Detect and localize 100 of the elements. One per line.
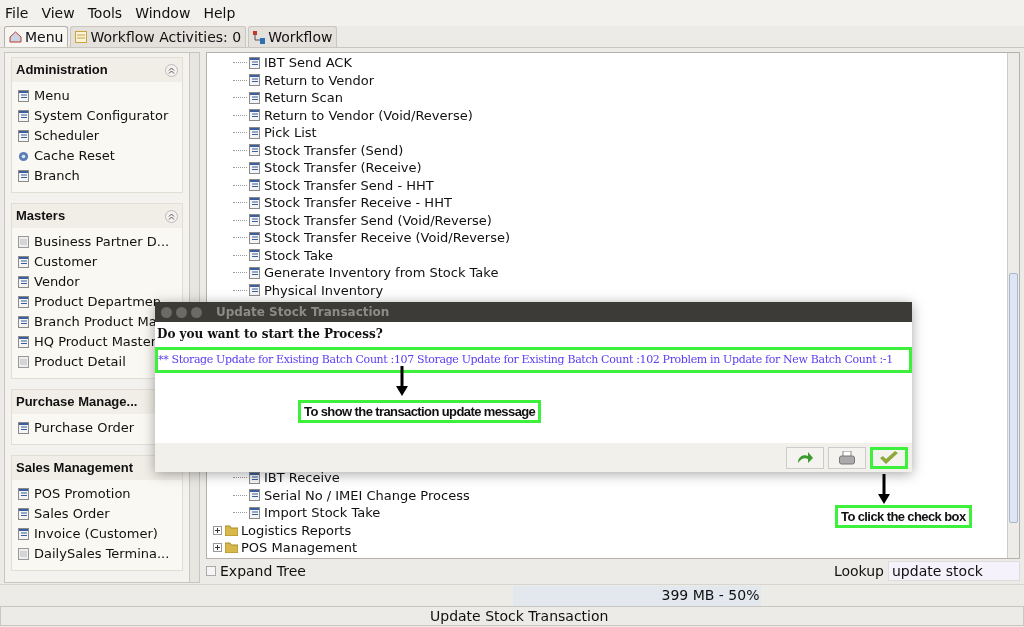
checkmark-icon — [879, 450, 899, 465]
document-icon — [18, 236, 29, 248]
tree-item[interactable]: Stock Transfer Send (Void/Reverse) — [264, 210, 492, 230]
tree-item[interactable]: Return to Vendor — [264, 70, 375, 90]
sidebar-item[interactable]: Sales Order — [34, 504, 110, 524]
sidebar-item[interactable]: System Configurator — [34, 106, 169, 126]
tree-item[interactable]: IBT Send ACK — [264, 53, 352, 73]
menu-bar-button[interactable]: Window — [135, 2, 191, 24]
tree-item[interactable]: Stock Transfer Send - HHT — [264, 175, 434, 195]
sidebar-item[interactable]: DailySales Termina... — [34, 544, 170, 564]
tree-item[interactable]: Stock Transfer (Send) — [264, 140, 404, 160]
form-icon — [249, 179, 260, 192]
sidebar-item[interactable]: Cache Reset — [34, 146, 115, 166]
sidebar-item[interactable]: Business Partner D... — [34, 232, 170, 252]
collapse-button[interactable] — [165, 209, 178, 223]
form-icon — [249, 161, 260, 174]
sidebar-item[interactable]: Menu — [34, 86, 70, 106]
dialog-title: Update Stock Transaction — [216, 304, 390, 321]
lookup-label: Lookup — [833, 561, 884, 581]
print-button[interactable] — [828, 446, 866, 469]
sidebar-item[interactable]: Scheduler — [34, 126, 100, 146]
printer-icon — [839, 450, 855, 465]
menu-bar-button[interactable]: View — [41, 2, 75, 24]
maximize-icon[interactable] — [191, 306, 202, 318]
collapse-button[interactable] — [165, 63, 178, 77]
sidebar-item[interactable]: Vendor — [34, 272, 80, 292]
form-icon — [18, 296, 29, 308]
scrollbar[interactable] — [1007, 53, 1019, 558]
tree-item[interactable]: Logistics Reports — [241, 520, 352, 540]
form-icon — [249, 249, 260, 262]
panel-title: Masters — [16, 207, 66, 226]
sidebar-item[interactable]: Purchase Order — [34, 418, 135, 438]
sidebar-item[interactable]: POS Promotion — [34, 484, 131, 504]
form-icon — [18, 130, 29, 142]
form-icon — [249, 56, 260, 69]
tree-item[interactable]: Stock Transfer Receive - HHT — [264, 193, 452, 213]
form-icon — [18, 316, 29, 328]
form-icon — [249, 126, 260, 139]
tree-item[interactable]: Pick List — [264, 123, 317, 143]
minimize-icon[interactable] — [176, 306, 187, 318]
lookup-field[interactable]: update stock — [888, 561, 1020, 581]
tree-item[interactable]: Serial No / IMEI Change Process — [264, 485, 470, 505]
dialog-message: ** Storage Update for Existing Batch Count :107 Storage Update for Existing Batch Count :102 Problem in Update for New Batch Count :-1 — [158, 351, 893, 368]
form-icon — [18, 276, 29, 288]
document-icon — [18, 548, 29, 560]
menu-bar-button[interactable]: Tools — [87, 2, 123, 24]
form-icon — [18, 90, 29, 102]
form-icon — [18, 488, 29, 500]
tab[interactable]: Workflow Activities: 0 — [70, 26, 247, 47]
form-icon — [18, 256, 29, 268]
tree-item[interactable]: Generate Inventory from Stock Take — [264, 263, 499, 283]
panel-title: Purchase Manage... — [16, 393, 138, 412]
form-icon — [249, 284, 260, 297]
double-chevron-up-icon — [168, 66, 175, 74]
annotation-callout: To show the transaction update message — [298, 400, 542, 423]
sidebar-item[interactable]: Branch — [34, 166, 80, 186]
list-icon — [75, 31, 88, 43]
memory-reading: 399 MB - 50% — [661, 586, 760, 605]
tree-item[interactable]: Stock Take — [264, 245, 333, 265]
tree-item[interactable]: Physical Inventory — [264, 280, 384, 300]
form-icon — [249, 506, 260, 519]
menu-bar-button[interactable]: File — [5, 2, 29, 24]
form-icon — [249, 231, 260, 244]
form-icon — [18, 528, 29, 540]
sidebar-item[interactable]: Product Detail — [34, 352, 126, 372]
close-icon[interactable] — [161, 306, 172, 318]
sidebar-item[interactable]: HQ Product Master — [34, 332, 157, 352]
double-chevron-up-icon — [168, 212, 175, 220]
redo-arrow-icon — [796, 450, 814, 465]
document-icon — [18, 356, 29, 368]
checkbox-label[interactable]: Expand Tree — [220, 560, 306, 582]
tree-item[interactable]: Return to Vendor (Void/Reverse) — [264, 105, 473, 125]
form-icon — [249, 144, 260, 157]
annotation-callout: To click the check box — [835, 505, 972, 528]
menu-bar-button[interactable]: Help — [203, 2, 236, 24]
tree-item[interactable]: IBT Receive — [264, 468, 340, 488]
sidebar-item[interactable]: Invoice (Customer) — [34, 524, 158, 544]
form-icon — [249, 489, 260, 502]
sidebar-item[interactable]: Customer — [34, 252, 98, 272]
form-icon — [249, 214, 260, 227]
tree-item[interactable]: Stock Transfer (Receive) — [264, 158, 422, 178]
status-text: Update Stock Transaction — [430, 606, 609, 626]
form-icon — [249, 266, 260, 279]
ok-button[interactable] — [870, 446, 908, 469]
redo-button[interactable] — [786, 446, 824, 469]
expand-icon[interactable] — [213, 525, 222, 535]
form-icon — [249, 196, 260, 209]
tree-item[interactable]: POS Management — [241, 538, 358, 558]
tree-item[interactable]: Return Scan — [264, 88, 343, 108]
checkbox[interactable] — [206, 566, 216, 576]
expand-icon[interactable] — [213, 543, 222, 553]
tab[interactable]: Workflow — [248, 26, 338, 47]
tab[interactable]: Menu — [4, 26, 69, 47]
house-icon — [9, 31, 22, 43]
dialog-question: Do you want to start the Process? — [156, 326, 384, 343]
tree-item[interactable]: Stock Transfer Receive (Void/Reverse) — [264, 228, 511, 248]
flowchart-icon — [253, 30, 266, 44]
form-icon — [18, 170, 29, 182]
folder-icon — [225, 542, 238, 554]
tree-item[interactable]: Import Stock Take — [264, 503, 381, 523]
